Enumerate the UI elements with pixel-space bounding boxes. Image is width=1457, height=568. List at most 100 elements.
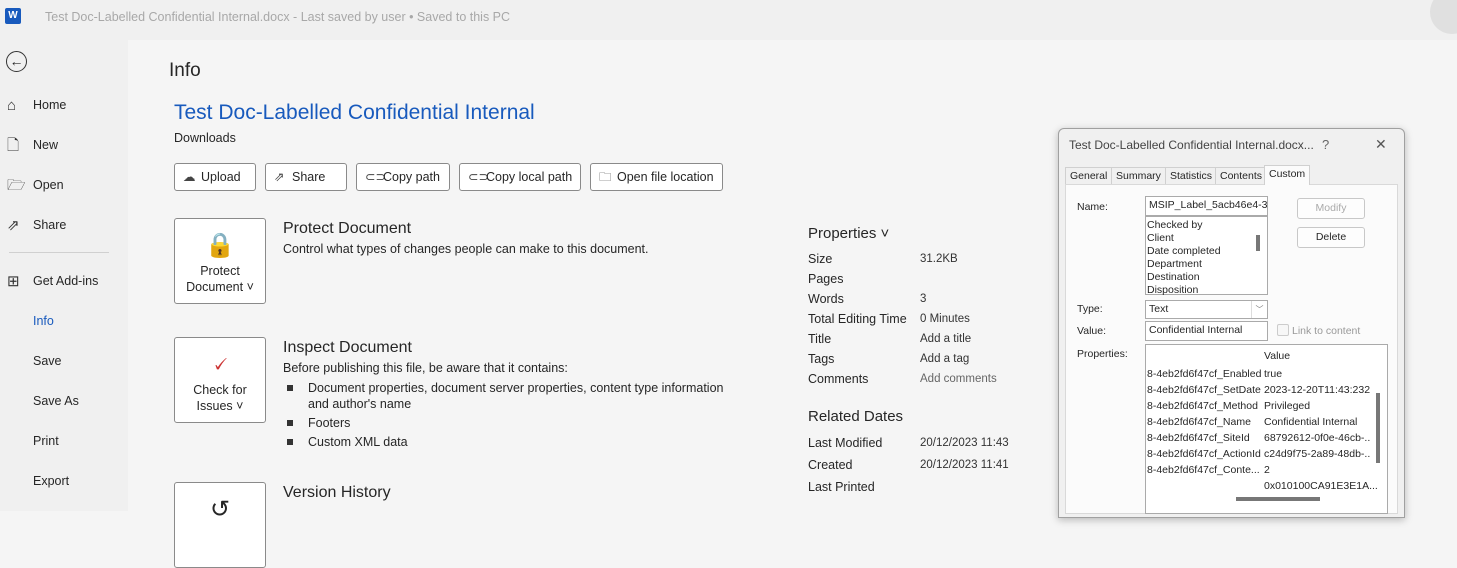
sidebar-item-get-add-ins[interactable]: ⊞ Get Add-ins (7, 274, 98, 290)
sidebar-divider (9, 252, 109, 253)
help-button[interactable]: ? (1322, 137, 1329, 152)
page-title: Info (169, 60, 201, 81)
link-to-content-checkbox[interactable] (1277, 324, 1289, 336)
window-title: Test Doc-Labelled Confidential Internal.… (45, 10, 511, 24)
button-label: Issues ˅ (196, 399, 244, 413)
open-file-location-button[interactable]: 🗀 Open file location (590, 163, 723, 191)
vertical-scrollbar[interactable] (1376, 393, 1380, 463)
property-name[interactable]: 8-4eb2fd6f47cf_Conte... (1147, 464, 1260, 476)
selected-value: Text (1149, 303, 1169, 315)
button-label: Protect (200, 264, 240, 278)
history-icon: ↺ (209, 496, 231, 523)
property-value: 2023-12-20T11:43:232 (1264, 384, 1371, 396)
properties-label: Properties: (1077, 348, 1128, 360)
lock-key-icon: 🔒 (205, 232, 235, 259)
document-location: Downloads (174, 131, 236, 145)
folder-icon: 🗀 (599, 170, 612, 184)
properties-heading[interactable]: Properties ˅ (808, 225, 889, 242)
grid-icon: ⊞ (7, 273, 20, 290)
protect-document-button[interactable]: 🔒 Protect Document ˅ (174, 218, 266, 304)
horizontal-scrollbar[interactable] (1236, 497, 1320, 501)
modify-button[interactable]: Modify (1297, 198, 1365, 219)
sidebar-item-save[interactable]: Save (33, 354, 62, 368)
tab-summary[interactable]: Summary (1111, 167, 1166, 184)
button-label: Copy path (383, 170, 440, 184)
tab-statistics[interactable]: Statistics (1165, 167, 1218, 184)
version-history-button[interactable]: ↺ (174, 482, 266, 568)
button-label: Share (292, 170, 326, 184)
copy-local-path-button[interactable]: ⊂⊃Copy local path (459, 163, 581, 191)
tab-custom[interactable]: Custom (1264, 165, 1311, 185)
property-label: Words (808, 292, 844, 306)
upload-button[interactable]: ☁ Upload (174, 163, 256, 191)
copy-path-button[interactable]: ⊂⊃Copy path (356, 163, 450, 191)
column-header-value[interactable]: Value (1264, 350, 1290, 362)
sidebar-item-label: Open (33, 178, 64, 192)
title-bar: W Test Doc-Labelled Confidential Interna… (0, 0, 1457, 40)
list-item[interactable]: Checked by (1147, 219, 1202, 231)
property-name[interactable]: 8-4eb2fd6f47cf_ActionId (1147, 448, 1261, 460)
date-label: Last Printed (808, 480, 875, 494)
list-item[interactable]: Disposition (1147, 284, 1198, 296)
sidebar-item-save-as[interactable]: Save As (33, 394, 79, 408)
properties-list[interactable]: Value 8-4eb2fd6f47cf_Enabled true 8-4eb2f… (1145, 344, 1388, 514)
inspect-document-text: Before publishing this file, be aware th… (283, 361, 568, 375)
list-item: Document properties, document server pro… (287, 380, 728, 412)
property-value: Privileged (1264, 400, 1311, 412)
property-value: Confidential Internal (1264, 416, 1358, 428)
sidebar-item-print[interactable]: Print (33, 434, 59, 448)
property-value: 0x010100CA91E3E1A... (1264, 480, 1378, 492)
type-select[interactable]: Text ﹀ (1145, 300, 1268, 319)
property-name[interactable]: 8-4eb2fd6f47cf_Method (1147, 400, 1258, 412)
tab-general[interactable]: General (1065, 167, 1113, 184)
sidebar-item-label: Home (33, 98, 67, 112)
sidebar-item-new[interactable]: 🗋 New (7, 138, 58, 154)
sidebar-item-info[interactable]: Info (33, 314, 54, 328)
button-label: Upload (201, 170, 241, 184)
property-name[interactable]: 8-4eb2fd6f47cf_Name (1147, 416, 1251, 428)
avatar[interactable] (1430, 0, 1457, 34)
inspect-document-icon: 🗸 (211, 351, 229, 378)
title-input[interactable]: Add a title (920, 333, 971, 345)
list-item: Custom XML data (287, 435, 408, 449)
property-name[interactable]: 8-4eb2fd6f47cf_Enabled (1147, 368, 1261, 380)
comments-input[interactable]: Add comments (920, 373, 997, 385)
new-document-icon: 🗋 (7, 137, 20, 154)
delete-button[interactable]: Delete (1297, 227, 1365, 248)
back-arrow-icon[interactable]: ← (6, 51, 27, 72)
property-value: 68792612-0f0e-46cb-.. (1264, 432, 1371, 444)
check-for-issues-button[interactable]: 🗸 Check for Issues ˅ (174, 337, 266, 423)
list-item[interactable]: Destination (1147, 271, 1200, 283)
property-name[interactable]: 8-4eb2fd6f47cf_SetDate (1147, 384, 1261, 396)
tags-input[interactable]: Add a tag (920, 353, 969, 365)
value-input[interactable]: Confidential Internal (1145, 321, 1268, 341)
property-name[interactable]: 8-4eb2fd6f47cf_SiteId (1147, 432, 1250, 444)
share-icon: ⇗ (274, 170, 285, 184)
property-label: Title (808, 332, 832, 346)
list-item[interactable]: Date completed (1147, 245, 1221, 257)
name-input[interactable]: MSIP_Label_5acb46e4-3d (1145, 196, 1268, 216)
sidebar-item-open[interactable]: 🗁 Open (7, 178, 64, 194)
property-label: Total Editing Time (808, 312, 907, 326)
property-value: c24d9f75-2a89-48db-.. (1264, 448, 1371, 460)
scrollbar[interactable] (1256, 235, 1260, 251)
property-label: Comments (808, 372, 869, 386)
sidebar-item-export[interactable]: Export (33, 474, 69, 488)
name-label: Name: (1077, 201, 1108, 213)
property-label: Size (808, 252, 833, 266)
list-item[interactable]: Department (1147, 258, 1202, 270)
document-title[interactable]: Test Doc-Labelled Confidential Internal (174, 101, 535, 125)
sidebar-item-home[interactable]: ⌂ Home (7, 98, 67, 114)
close-icon[interactable]: ✕ (1375, 136, 1387, 153)
tab-contents[interactable]: Contents (1215, 167, 1268, 184)
button-label: Check for (193, 383, 247, 397)
list-item[interactable]: Client (1147, 232, 1174, 244)
related-dates-heading: Related Dates (808, 408, 904, 425)
sidebar-item-share[interactable]: ⇗ Share (7, 218, 66, 234)
property-value: 3 (920, 293, 927, 305)
date-value: 20/12/2023 11:41 (920, 459, 1009, 471)
button-label: Document ˅ (186, 280, 254, 294)
date-value: 20/12/2023 11:43 (920, 437, 1009, 449)
properties-dialog: Test Doc-Labelled Confidential Internal.… (1058, 128, 1405, 518)
share-button[interactable]: ⇗ Share (265, 163, 347, 191)
